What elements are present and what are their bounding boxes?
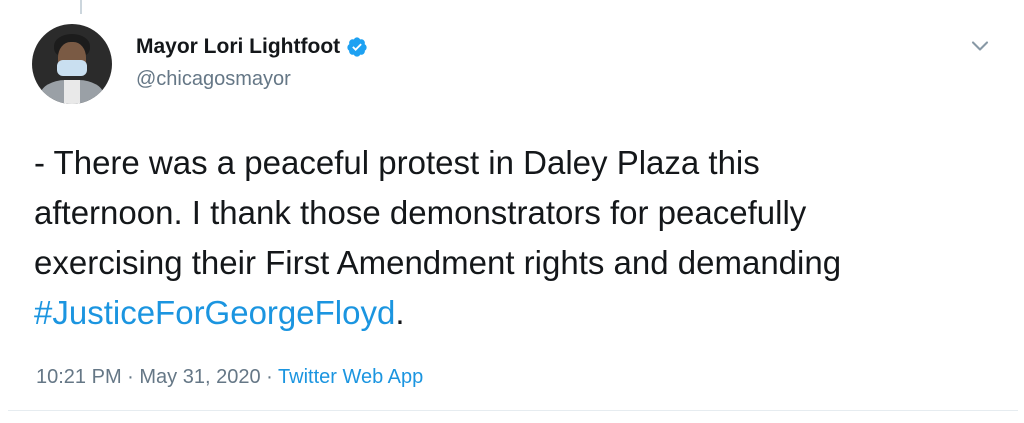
author-name-row[interactable]: Mayor Lori Lightfoot (136, 32, 368, 62)
tweet-text-line: afternoon. I thank those demonstrators f… (34, 194, 807, 231)
tweet-text-line: exercising their First Amendment rights … (34, 244, 842, 281)
tweet-meta: 10:21 PM · May 31, 2020 · Twitter Web Ap… (36, 366, 423, 389)
chevron-down-icon[interactable] (966, 32, 994, 60)
tweet-text-line: - There was a peaceful protest in Daley … (34, 144, 760, 181)
tweet-text-last-line: #JusticeForGeorgeFloyd. (34, 288, 1014, 338)
avatar-mask (57, 60, 87, 76)
author-handle[interactable]: @chicagosmayor (136, 68, 291, 91)
meta-separator: · (260, 366, 279, 388)
tweet-time[interactable]: 10:21 PM (36, 366, 122, 388)
thread-connector-line (80, 0, 82, 14)
tweet-source-link[interactable]: Twitter Web App (278, 366, 423, 388)
tweet-card[interactable]: Mayor Lori Lightfoot @chicagosmayor - Th… (8, 0, 1018, 411)
tweet-date[interactable]: May 31, 2020 (139, 366, 260, 388)
hashtag-link[interactable]: #JusticeForGeorgeFloyd (34, 294, 395, 331)
verified-badge-icon (347, 37, 367, 57)
tweet-text: - There was a peaceful protest in Daley … (34, 138, 1014, 338)
avatar-shirt (64, 80, 80, 104)
tweet-text-trailing: . (395, 294, 405, 331)
meta-separator: · (121, 366, 140, 388)
author-display-name[interactable]: Mayor Lori Lightfoot (136, 35, 340, 59)
avatar[interactable] (32, 24, 112, 104)
